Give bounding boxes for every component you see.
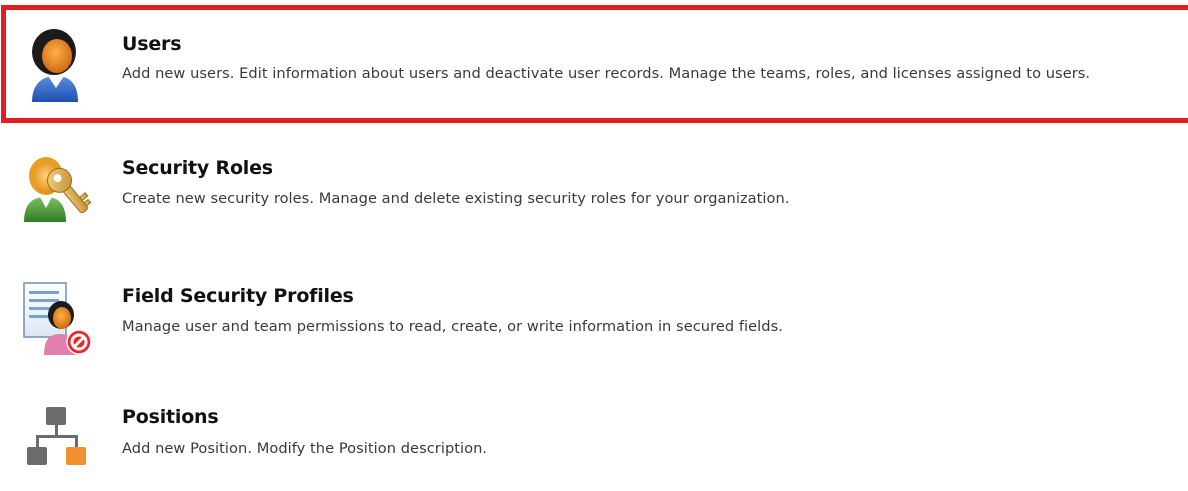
item-title[interactable]: Positions bbox=[122, 406, 219, 428]
item-title[interactable]: Security Roles bbox=[122, 157, 273, 179]
user-icon bbox=[18, 26, 98, 106]
security-roles-key-icon bbox=[18, 150, 98, 230]
item-title[interactable]: Users bbox=[122, 33, 182, 55]
item-description: Add new users. Edit information about us… bbox=[122, 65, 1091, 82]
list-item-positions[interactable]: Positions Add new Position. Modify the P… bbox=[0, 395, 1188, 465]
field-security-profile-icon bbox=[18, 277, 98, 357]
list-item-users[interactable]: Users Add new users. Edit information ab… bbox=[0, 0, 1188, 130]
item-description: Add new Position. Modify the Position de… bbox=[122, 440, 488, 457]
item-description: Create new security roles. Manage and de… bbox=[122, 190, 790, 207]
item-title[interactable]: Field Security Profiles bbox=[122, 285, 354, 307]
list-item-security-roles[interactable]: Security Roles Create new security roles… bbox=[0, 140, 1188, 255]
item-description: Manage user and team permissions to read… bbox=[122, 318, 783, 335]
hierarchy-icon bbox=[18, 407, 98, 487]
list-item-field-security-profiles[interactable]: Field Security Profiles Manage user and … bbox=[0, 270, 1188, 385]
